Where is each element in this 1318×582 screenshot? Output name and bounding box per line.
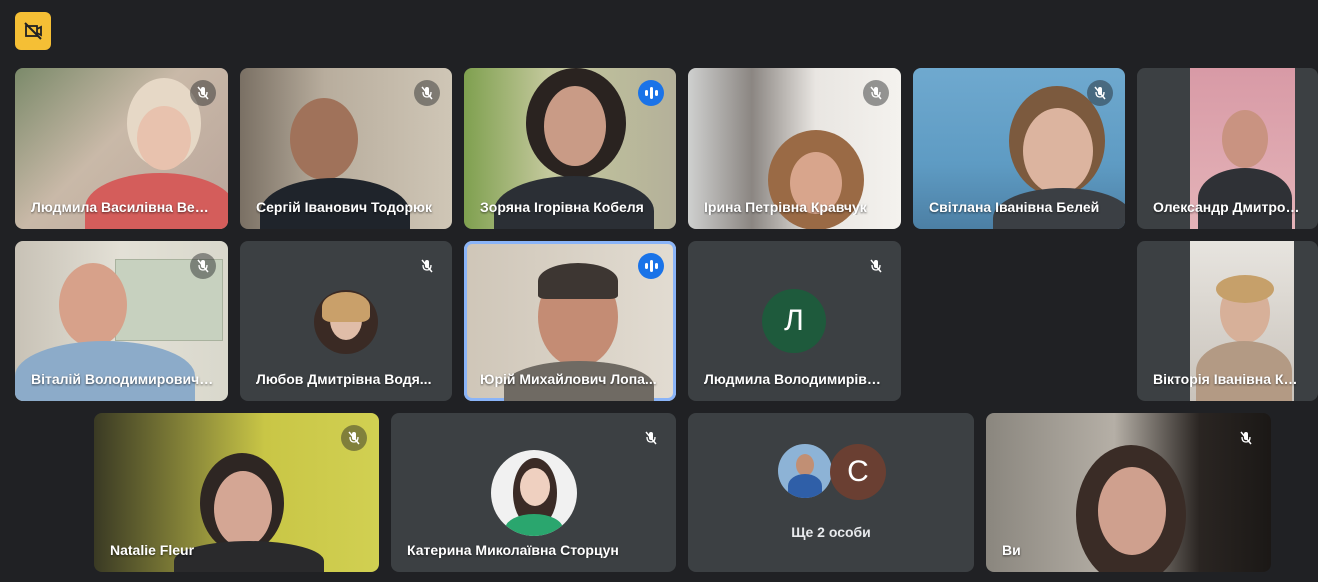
avatar — [778, 444, 832, 498]
mic-off-icon — [1233, 425, 1259, 451]
participant-tile[interactable]: Любов Дмитрівна Водя... — [240, 241, 452, 401]
mic-off-icon — [190, 80, 216, 106]
participant-name: Світлана Іванівна Белей — [929, 199, 1100, 215]
participant-tile[interactable]: Сергій Іванович Тодорюк — [240, 68, 452, 229]
mic-off-icon — [414, 253, 440, 279]
participant-name: Зоряна Ігорівна Кобеля — [480, 199, 644, 215]
participant-name: Катерина Миколаївна Сторцун — [407, 542, 619, 558]
participant-name: Олександр Дмитрович ... — [1153, 199, 1304, 215]
participant-tile[interactable]: Ірина Петрівна Кравчук — [688, 68, 901, 229]
participant-tile[interactable]: Natalie Fleur — [94, 413, 379, 572]
participant-name: Вікторія Іванівна Кифяк — [1153, 371, 1304, 387]
mic-off-icon — [1087, 80, 1113, 106]
participant-name: Людмила Василівна Вер... — [31, 199, 214, 215]
participant-name: Natalie Fleur — [110, 542, 195, 558]
mic-off-icon — [190, 253, 216, 279]
participant-name: Людмила Володимирівн... — [704, 371, 887, 387]
avatar — [314, 290, 378, 354]
hide-self-view-button[interactable] — [15, 12, 51, 50]
participant-name: Любов Дмитрівна Водя... — [256, 371, 432, 387]
participant-tile[interactable]: Катерина Миколаївна Сторцун — [391, 413, 676, 572]
mic-off-icon — [863, 80, 889, 106]
more-participants-label: Ще 2 особи — [791, 524, 871, 540]
participant-tile[interactable]: Зоряна Ігорівна Кобеля — [464, 68, 676, 229]
participant-name: Сергій Іванович Тодорюк — [256, 199, 432, 215]
avatar: С — [830, 444, 886, 500]
self-view-tile[interactable]: Ви — [986, 413, 1271, 572]
speaking-indicator-icon — [638, 80, 664, 106]
speaking-indicator-icon — [638, 253, 664, 279]
avatar — [491, 450, 577, 536]
participant-tile[interactable]: Світлана Іванівна Белей — [913, 68, 1125, 229]
participant-name: Ви — [1002, 542, 1021, 558]
participant-name: Віталій Володимирович ... — [31, 371, 214, 387]
participant-name: Ірина Петрівна Кравчук — [704, 199, 867, 215]
participant-tile-active-speaker[interactable]: Юрій Михайлович Лопа... — [464, 241, 676, 401]
mic-off-icon — [863, 253, 889, 279]
participant-tile[interactable]: Людмила Василівна Вер... — [15, 68, 228, 229]
more-participants-tile[interactable]: С Ще 2 особи — [688, 413, 974, 572]
mic-off-icon — [414, 80, 440, 106]
hide-self-view-icon — [24, 22, 42, 40]
participant-tile[interactable]: Віталій Володимирович ... — [15, 241, 228, 401]
mic-off-icon — [638, 425, 664, 451]
avatar: Л — [762, 289, 826, 353]
mic-off-icon — [341, 425, 367, 451]
participant-tile[interactable]: Вікторія Іванівна Кифяк — [1137, 241, 1318, 401]
participant-tile[interactable]: Л Людмила Володимирівн... — [688, 241, 901, 401]
participant-tile[interactable]: Олександр Дмитрович ... — [1137, 68, 1318, 229]
participant-name: Юрій Михайлович Лопа... — [480, 371, 657, 387]
